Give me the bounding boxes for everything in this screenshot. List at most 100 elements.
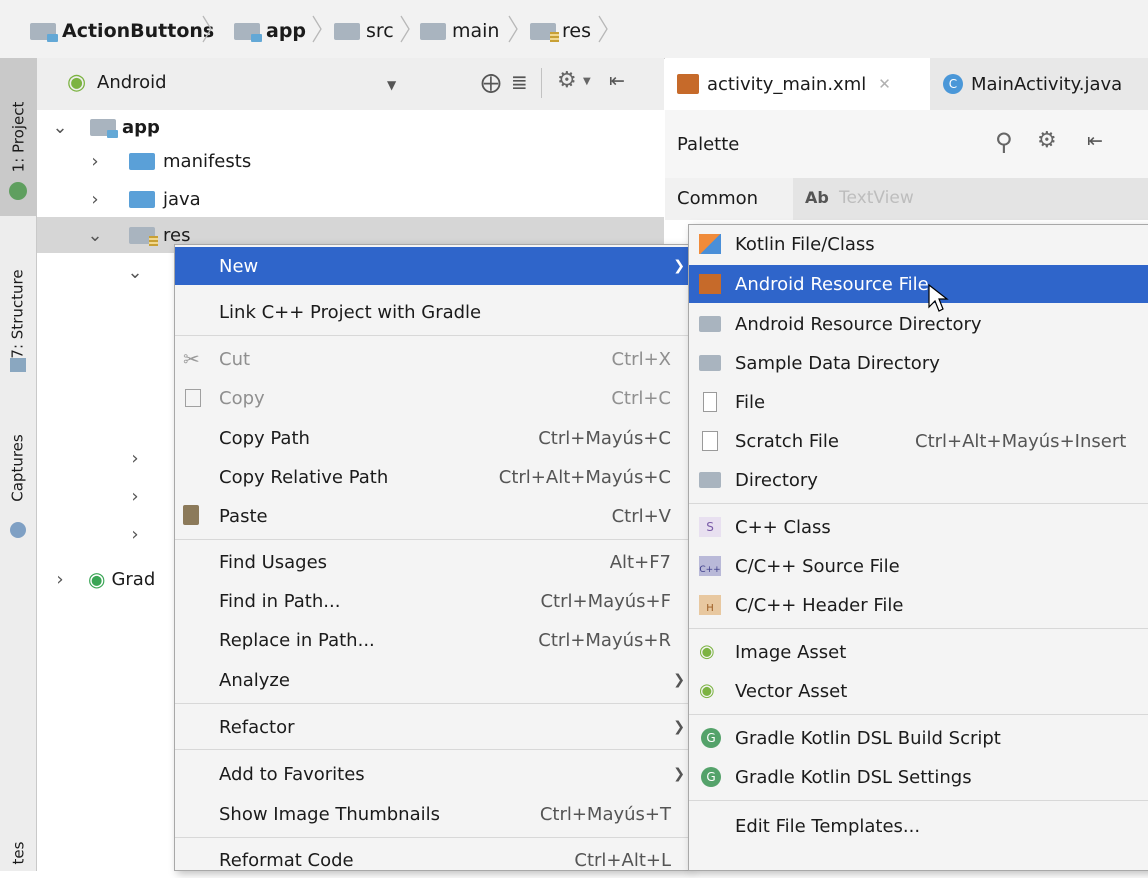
project-panel-header: ◉ Android ▼ ⨁ ≣ ⚙ ▼ ⇤ bbox=[37, 58, 664, 111]
menu-item-copy[interactable]: Copy Ctrl+C bbox=[175, 379, 689, 417]
tool-tab-captures[interactable]: Captures bbox=[0, 408, 36, 528]
submenu-item-gradle-settings[interactable]: G Gradle Kotlin DSL Settings bbox=[689, 758, 1148, 796]
module-folder-icon bbox=[30, 22, 58, 42]
submenu-item-android-resource-file[interactable]: Android Resource File bbox=[689, 265, 1148, 312]
gear-dropdown-icon[interactable]: ▼ bbox=[583, 76, 591, 87]
menu-separator bbox=[175, 703, 689, 704]
submenu-item-edit-file-templates[interactable]: Edit File Templates... bbox=[689, 807, 1148, 845]
palette-category-common[interactable]: Common bbox=[677, 188, 758, 209]
chevron-right-icon[interactable]: › bbox=[85, 151, 105, 172]
breadcrumb-item-main[interactable]: main bbox=[420, 18, 499, 44]
project-icon bbox=[9, 182, 27, 200]
scroll-from-source-icon[interactable]: ⨁ bbox=[481, 70, 501, 94]
module-folder-icon bbox=[90, 118, 118, 138]
menu-item-cut[interactable]: ✂ Cut Ctrl+X bbox=[175, 340, 689, 378]
folder-icon bbox=[334, 22, 360, 40]
breadcrumb-item-res[interactable]: res bbox=[530, 18, 591, 44]
scratch-file-icon bbox=[702, 431, 718, 451]
chevron-down-icon[interactable]: ⌄ bbox=[50, 117, 70, 138]
menu-item-show-image-thumbnails[interactable]: Show Image Thumbnails Ctrl+Mayús+T bbox=[175, 795, 689, 833]
submenu-item-scratch-file[interactable]: Scratch File Ctrl+Alt+Mayús+Insert bbox=[689, 422, 1148, 460]
menu-item-reformat-code[interactable]: Reformat Code Ctrl+Alt+L bbox=[175, 842, 689, 870]
menu-item-find-in-path[interactable]: Find in Path... Ctrl+Mayús+F bbox=[175, 582, 689, 620]
submenu-arrow-icon: ❯ bbox=[673, 766, 685, 782]
tab-main-activity-java[interactable]: C MainActivity.java bbox=[931, 58, 1148, 110]
project-view-selector[interactable]: Android bbox=[97, 72, 167, 93]
tree-item-java[interactable]: › java bbox=[85, 181, 200, 217]
tree-item-expanded[interactable]: ⌄ bbox=[125, 254, 145, 290]
menu-separator bbox=[175, 837, 689, 838]
breadcrumb-item-project[interactable]: ActionButtons bbox=[30, 18, 214, 44]
submenu-item-gradle-build-script[interactable]: G Gradle Kotlin DSL Build Script bbox=[689, 719, 1148, 757]
tree-item-collapsed[interactable]: › bbox=[125, 440, 145, 476]
breadcrumb-item-src[interactable]: src bbox=[334, 18, 394, 44]
editor-tab-bar: activity_main.xml ✕ C MainActivity.java bbox=[665, 58, 1148, 111]
submenu-item-kotlin-file[interactable]: Kotlin File/Class bbox=[689, 225, 1148, 263]
submenu-item-image-asset[interactable]: ◉ Image Asset bbox=[689, 633, 1148, 671]
chevron-right-icon[interactable]: › bbox=[50, 569, 70, 590]
submenu-item-sample-data-directory[interactable]: Sample Data Directory bbox=[689, 344, 1148, 382]
menu-item-new[interactable]: New ❯ bbox=[175, 247, 689, 285]
tree-item-app[interactable]: ⌄ app bbox=[50, 109, 160, 145]
chevron-down-icon[interactable]: ⌄ bbox=[125, 262, 145, 283]
submenu-item-vector-asset[interactable]: ◉ Vector Asset bbox=[689, 672, 1148, 710]
collapse-all-icon[interactable]: ≣ bbox=[511, 70, 528, 94]
submenu-item-android-resource-directory[interactable]: Android Resource Directory bbox=[689, 305, 1148, 343]
submenu-item-cpp-source-file[interactable]: C++ C/C++ Source File bbox=[689, 547, 1148, 585]
menu-item-copy-relative-path[interactable]: Copy Relative Path Ctrl+Alt+Mayús+C bbox=[175, 458, 689, 496]
gear-icon[interactable]: ⚙ bbox=[557, 68, 577, 93]
resources-folder-icon bbox=[530, 22, 559, 42]
menu-item-find-usages[interactable]: Find Usages Alt+F7 bbox=[175, 543, 689, 581]
folder-icon bbox=[699, 472, 721, 488]
gradle-icon: G bbox=[701, 767, 721, 787]
tree-item-collapsed[interactable]: › bbox=[125, 478, 145, 514]
chevron-right-icon[interactable]: › bbox=[125, 486, 145, 507]
tree-item-gradle-scripts[interactable]: › ◉ Grad bbox=[50, 561, 155, 597]
context-menu: New ❯ Link C++ Project with Gradle ✂ Cut… bbox=[174, 244, 690, 871]
menu-separator bbox=[175, 749, 689, 750]
file-icon bbox=[703, 392, 717, 412]
submenu-arrow-icon: ❯ bbox=[673, 258, 685, 274]
hide-panel-icon[interactable]: ⇤ bbox=[609, 70, 625, 92]
submenu-item-file[interactable]: File bbox=[689, 383, 1148, 421]
chevron-right-icon[interactable]: › bbox=[85, 189, 105, 210]
menu-item-add-to-favorites[interactable]: Add to Favorites ❯ bbox=[175, 755, 689, 793]
breadcrumb-item-app[interactable]: app bbox=[234, 18, 306, 44]
breadcrumb-separator-icon bbox=[598, 15, 608, 43]
menu-item-copy-path[interactable]: Copy Path Ctrl+Mayús+C bbox=[175, 419, 689, 457]
java-class-icon: C bbox=[943, 74, 963, 94]
breadcrumb-separator-icon bbox=[312, 15, 322, 43]
submenu-item-directory[interactable]: Directory bbox=[689, 461, 1148, 499]
folder-icon bbox=[699, 316, 721, 332]
breadcrumb-separator-icon bbox=[508, 15, 518, 43]
chevron-right-icon[interactable]: › bbox=[125, 524, 145, 545]
menu-item-analyze[interactable]: Analyze ❯ bbox=[175, 661, 689, 699]
palette-row: Common Ab TextView bbox=[665, 178, 1148, 220]
breadcrumb: ActionButtons app src main res bbox=[0, 0, 1148, 59]
palette-widget-textview[interactable]: Ab TextView bbox=[793, 178, 1148, 220]
palette-title: Palette bbox=[677, 134, 740, 155]
gear-icon[interactable]: ⚙ bbox=[1037, 128, 1057, 153]
tab-activity-main-xml[interactable]: activity_main.xml ✕ bbox=[665, 58, 930, 110]
dropdown-arrow-icon[interactable]: ▼ bbox=[387, 78, 396, 92]
kotlin-file-icon bbox=[699, 234, 721, 254]
menu-separator bbox=[689, 800, 1148, 801]
menu-item-paste[interactable]: Paste Ctrl+V bbox=[175, 497, 689, 535]
hide-panel-icon[interactable]: ⇤ bbox=[1087, 130, 1103, 152]
chevron-right-icon[interactable]: › bbox=[125, 448, 145, 469]
menu-separator bbox=[689, 503, 1148, 504]
submenu-arrow-icon: ❯ bbox=[673, 719, 685, 735]
chevron-down-icon[interactable]: ⌄ bbox=[85, 225, 105, 246]
menu-separator bbox=[689, 628, 1148, 629]
submenu-item-cpp-header-file[interactable]: H C/C++ Header File bbox=[689, 586, 1148, 624]
menu-separator bbox=[175, 539, 689, 540]
menu-item-refactor[interactable]: Refactor ❯ bbox=[175, 708, 689, 746]
menu-item-replace-in-path[interactable]: Replace in Path... Ctrl+Mayús+R bbox=[175, 621, 689, 659]
close-icon[interactable]: ✕ bbox=[878, 75, 891, 93]
menu-item-link-cpp[interactable]: Link C++ Project with Gradle bbox=[175, 293, 689, 331]
submenu-item-cpp-class[interactable]: S C++ Class bbox=[689, 508, 1148, 546]
resources-folder-icon bbox=[129, 226, 158, 246]
tree-item-collapsed[interactable]: › bbox=[125, 516, 145, 552]
search-icon[interactable]: ⚲ bbox=[995, 128, 1013, 156]
tree-item-manifests[interactable]: › manifests bbox=[85, 143, 251, 179]
